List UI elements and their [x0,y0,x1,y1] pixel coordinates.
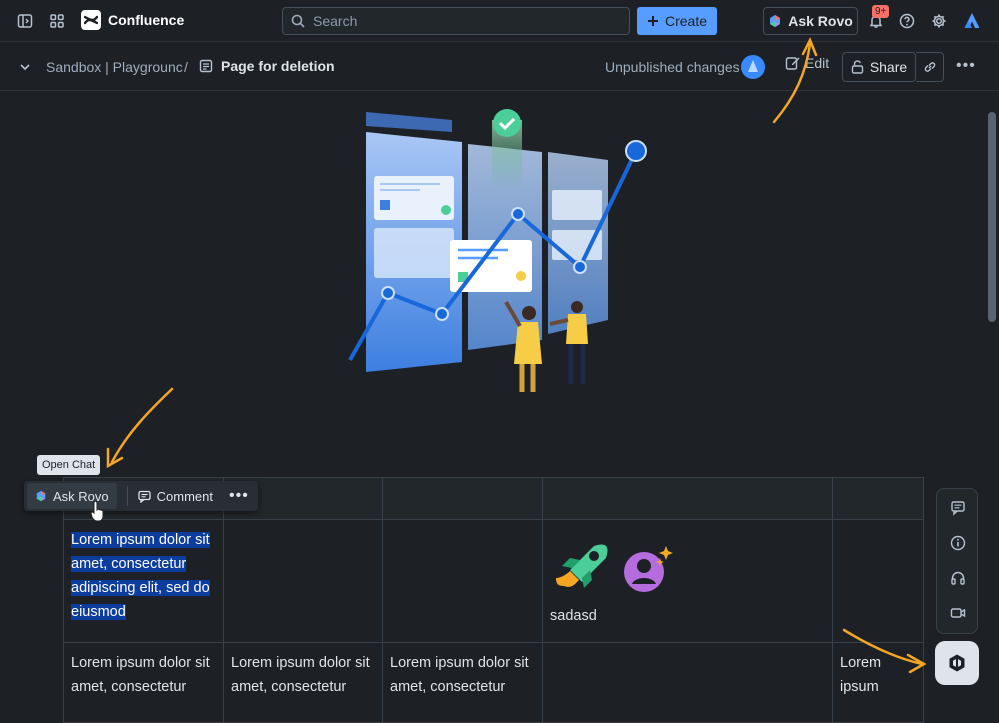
rovo-icon [36,490,46,502]
top-navigation: Confluence Search Create Ask Rovo 9+ [0,0,999,42]
breadcrumb-space[interactable]: Sandbox | Playgrounc [46,59,183,75]
ask-rovo-label: Ask Rovo [788,13,853,29]
lock-icon [851,60,864,74]
rovo-chat-button[interactable] [935,641,979,685]
comments-icon[interactable] [946,496,970,520]
confluence-logo[interactable]: Confluence [81,10,184,30]
pencil-icon [785,57,800,70]
toolbar-ask-rovo-label: Ask Rovo [53,488,109,504]
video-camera-icon[interactable] [946,601,970,625]
atlassian-icon[interactable] [958,7,986,35]
comment-button[interactable]: Comment [137,488,213,504]
share-label: Share [869,59,908,75]
more-actions-icon[interactable]: ••• [956,57,976,75]
rovo-icon [770,15,781,27]
page-title: Page for deletion [221,58,335,74]
app-name: Confluence [108,12,185,28]
page-scrollbar[interactable] [988,112,996,322]
sidebar-toggle-icon[interactable] [11,7,39,35]
selection-toolbar: Ask Rovo Comment ••• [24,481,258,511]
table-cell[interactable]: Lorem ipsum dolor sit amet, consectetur … [63,519,224,643]
toolbar-divider [126,486,128,506]
table-cell[interactable]: Lorem ipsum dolor sit amet, consectetur [382,642,543,723]
chevron-down-icon[interactable] [11,53,39,81]
ask-rovo-button[interactable]: Ask Rovo [763,7,858,35]
rocket-icon [556,544,608,588]
breadcrumb-separator: / [184,59,188,75]
table-header-cell[interactable] [832,477,924,520]
search-icon [291,14,305,28]
table-cell[interactable]: sadasd [542,519,833,643]
table-cell[interactable] [223,519,383,643]
copy-link-button[interactable] [916,52,944,82]
comment-label: Comment [156,488,213,504]
table-cell[interactable]: Lorem ipsum dolor sit amet, consectetur [63,642,224,723]
share-button[interactable]: Share [842,52,916,82]
plus-icon [647,16,658,26]
table-row: Lorem ipsum dolor sit amet, consectetur … [63,519,924,643]
notification-badge: 9+ [872,5,890,18]
status-unpublished: Unpublished changes [605,59,740,75]
settings-gear-icon[interactable] [925,7,953,35]
app-switcher-icon[interactable] [43,7,71,35]
create-button[interactable]: Create [637,7,717,35]
person-sparkle-icon [624,546,673,592]
table-row: Lorem ipsum dolor sit amet, consectetur … [63,642,924,723]
open-chat-tooltip: Open Chat [37,455,101,475]
table-cell[interactable]: Lorem ipsum [832,642,924,723]
info-icon[interactable] [946,531,970,555]
toolbar-more-icon[interactable]: ••• [229,487,249,505]
header-illustration [348,109,647,392]
table-header-cell[interactable] [382,477,543,520]
avatar[interactable] [741,55,765,79]
table-cell[interactable] [382,519,543,643]
create-label: Create [664,13,708,29]
table-cell[interactable] [832,519,924,643]
link-icon [924,62,935,72]
edit-label: Edit [805,55,830,71]
search-placeholder: Search [313,13,358,29]
comment-icon [137,490,151,503]
selected-text[interactable]: Lorem ipsum dolor sit amet, consectetur … [71,532,210,620]
table-cell[interactable] [542,642,833,723]
breadcrumb-page[interactable]: Page for deletion [199,58,335,74]
content-table: Lorem ipsum dolor sit amet, consectetur … [63,477,924,723]
edit-button[interactable]: Edit [785,55,829,71]
page-header: Sandbox | Playgrounc / Page for deletion… [0,43,999,91]
page-icon [199,59,213,73]
toolbar-ask-rovo-button[interactable]: Ask Rovo [27,483,117,509]
search-input[interactable]: Search [282,7,630,35]
table-cell[interactable]: Lorem ipsum dolor sit amet, consectetur [223,642,383,723]
rovo-hexagon-icon [949,654,965,672]
help-icon[interactable] [893,7,921,35]
right-side-panel [936,488,978,634]
confluence-icon [81,10,101,30]
table-header-cell[interactable] [542,477,833,520]
headset-icon[interactable] [946,566,970,590]
cell-text: sadasd [550,608,597,624]
